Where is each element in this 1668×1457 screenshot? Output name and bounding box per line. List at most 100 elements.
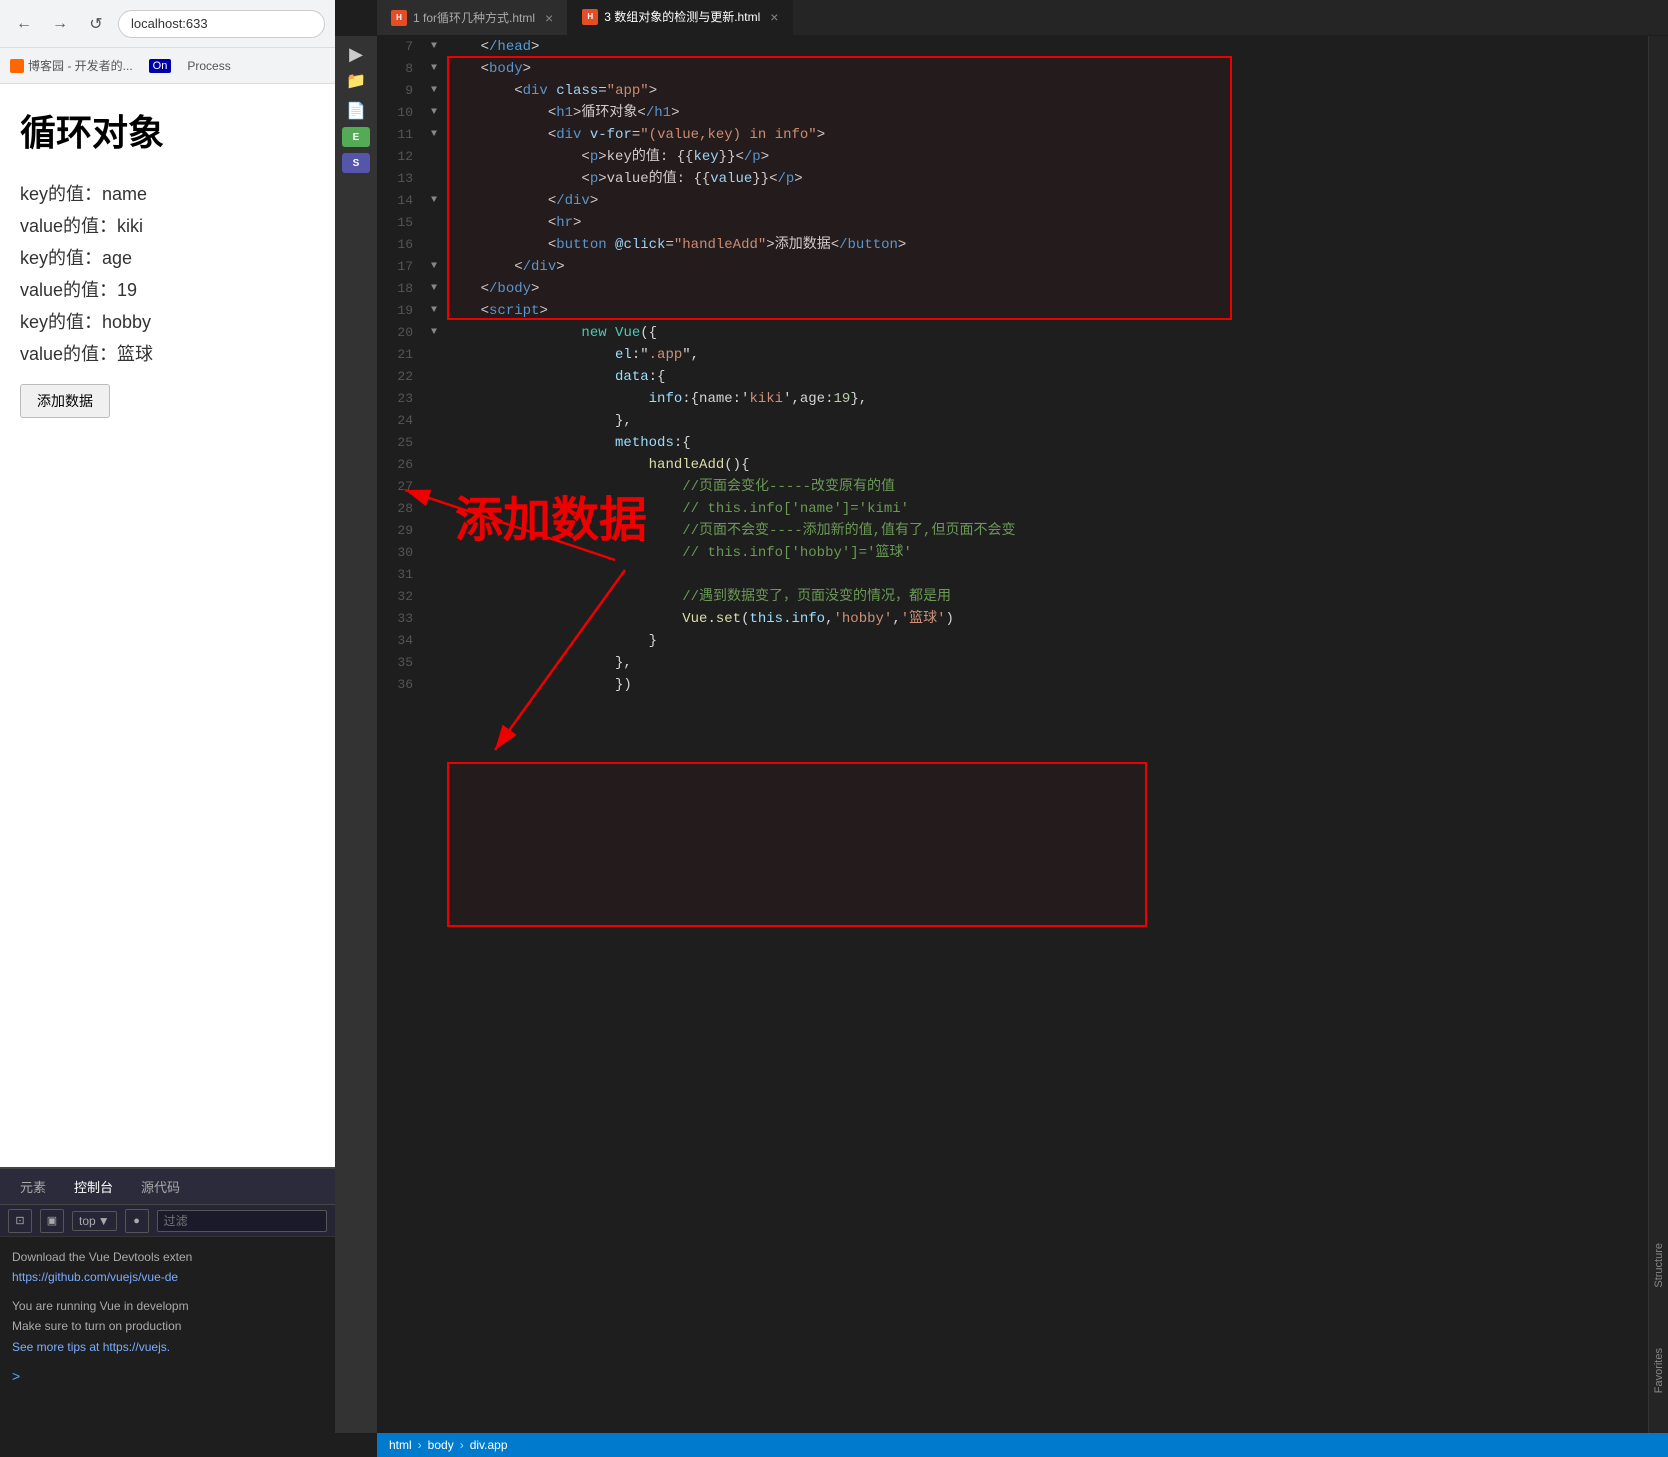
editor-tab-1[interactable]: H 1 for循环几种方式.html ×: [377, 0, 568, 35]
line-content-33: Vue.set(this.info,'hobby','篮球'): [443, 608, 1648, 630]
devtools-mobile-icon[interactable]: ▣: [40, 1209, 64, 1233]
address-bar[interactable]: [118, 10, 325, 38]
code-editor[interactable]: 7▼ </head>8▼ <body>9▼ <div class="app">1…: [377, 36, 1648, 1433]
devtools-msg-1: Download the Vue Devtools exten: [12, 1247, 323, 1267]
code-line-36: 36 }): [377, 674, 1648, 696]
line-number-23: 23: [377, 388, 425, 410]
code-line-29: 29 //页面不会变----添加新的值,值有了,但页面不会变: [377, 520, 1648, 542]
tab-icon-html-2: H: [582, 9, 598, 25]
line-content-21: el:".app",: [443, 344, 1648, 366]
val-basketball: value的值：篮球: [20, 340, 315, 366]
breadcrumb-html: html: [389, 1438, 412, 1452]
forward-button[interactable]: →: [46, 10, 74, 38]
line-arrow-7: ▼: [425, 36, 443, 58]
code-line-35: 35 },: [377, 652, 1648, 674]
tab-close-1[interactable]: ×: [545, 10, 553, 26]
line-content-30: // this.info['hobby']='篮球': [443, 542, 1648, 564]
line-content-29: //页面不会变----添加新的值,值有了,但页面不会变: [443, 520, 1648, 542]
line-content-19: <script>: [443, 300, 1648, 322]
code-line-12: 12 <p>key的值: {{key}}</p>: [377, 146, 1648, 168]
line-number-18: 18: [377, 278, 425, 300]
browser-content-area: 循环对象 key的值：name value的值：kiki key的值：age v…: [0, 84, 335, 1167]
devtools-top-dropdown[interactable]: top ▼: [72, 1211, 117, 1231]
line-number-26: 26: [377, 454, 425, 476]
devtools-tab-console[interactable]: 控制台: [62, 1173, 125, 1200]
breadcrumb-bar: html › body › div.app: [377, 1433, 1668, 1457]
devtools-link-2[interactable]: See more tips at https://vuejs.: [12, 1337, 323, 1357]
code-line-22: 22 data:{: [377, 366, 1648, 388]
devtools-link-1[interactable]: https://github.com/vuejs/vue-de: [12, 1267, 323, 1287]
code-line-18: 18▼ </body>: [377, 278, 1648, 300]
code-line-13: 13 <p>value的值: {{value}}</p>: [377, 168, 1648, 190]
line-number-24: 24: [377, 410, 425, 432]
code-line-15: 15 <hr>: [377, 212, 1648, 234]
editor-tab-2[interactable]: H 3 数组对象的检测与更新.html ×: [568, 0, 793, 35]
line-content-15: <hr>: [443, 212, 1648, 234]
devtools-tab-elements[interactable]: 元素: [8, 1173, 58, 1200]
tab-close-2[interactable]: ×: [770, 9, 778, 25]
line-arrow-10: ▼: [425, 102, 443, 124]
editor-panel: ▶ 📁 📄 E S H 1 for循环几种方式.html × H 3 数组对象的…: [335, 0, 1668, 1457]
line-number-12: 12: [377, 146, 425, 168]
code-line-7: 7▼ </head>: [377, 36, 1648, 58]
tab-icon-html-1: H: [391, 10, 407, 26]
line-number-25: 25: [377, 432, 425, 454]
bookmark-item-process[interactable]: Process: [187, 59, 230, 73]
sidebar-explorer-icon[interactable]: ▶: [349, 44, 363, 65]
devtools-tab-sources[interactable]: 源代码: [129, 1173, 192, 1200]
line-number-34: 34: [377, 630, 425, 652]
sidebar-folder-icon[interactable]: 📁: [346, 71, 366, 91]
bookmark-item-blog[interactable]: 博客园 - 开发者的...: [10, 57, 133, 74]
code-line-34: 34 }: [377, 630, 1648, 652]
val-kiki: value的值：kiki: [20, 212, 315, 238]
code-line-32: 32 //遇到数据变了，页面没变的情况，都是用: [377, 586, 1648, 608]
line-content-25: methods:{: [443, 432, 1648, 454]
code-line-11: 11▼ <div v-for="(value,key) in info">: [377, 124, 1648, 146]
sidebar-file-icon[interactable]: 📄: [346, 101, 366, 121]
back-button[interactable]: ←: [10, 10, 38, 38]
code-line-26: 26 handleAdd(){: [377, 454, 1648, 476]
line-content-32: //遇到数据变了，页面没变的情况，都是用: [443, 586, 1648, 608]
line-content-35: },: [443, 652, 1648, 674]
favorites-label[interactable]: Favorites: [1653, 1348, 1665, 1393]
line-content-17: </div>: [443, 256, 1648, 278]
sidebar-chart-icon[interactable]: E: [342, 127, 370, 147]
reload-button[interactable]: ↺: [82, 10, 110, 38]
right-sidebar: Structure Favorites: [1648, 36, 1668, 1433]
add-data-button[interactable]: 添加数据: [20, 384, 110, 418]
sidebar-strip: ▶ 📁 📄 E S: [335, 36, 377, 1433]
devtools-content: Download the Vue Devtools exten https://…: [0, 1237, 335, 1399]
line-number-31: 31: [377, 564, 425, 586]
code-line-21: 21 el:".app",: [377, 344, 1648, 366]
line-number-21: 21: [377, 344, 425, 366]
code-line-33: 33 Vue.set(this.info,'hobby','篮球'): [377, 608, 1648, 630]
line-content-14: </div>: [443, 190, 1648, 212]
line-content-8: <body>: [443, 58, 1648, 80]
line-content-31: [443, 564, 1648, 586]
devtools-filter-input[interactable]: [157, 1210, 327, 1232]
line-number-33: 33: [377, 608, 425, 630]
line-arrow-9: ▼: [425, 80, 443, 102]
page-content: 循环对象 key的值：name value的值：kiki key的值：age v…: [0, 84, 335, 438]
line-number-28: 28: [377, 498, 425, 520]
devtools-msg-3: You are running Vue in developm: [12, 1296, 323, 1316]
line-content-20: new Vue({: [443, 322, 1648, 344]
sidebar-s-icon[interactable]: S: [342, 153, 370, 173]
devtools-toolbar: ⊡ ▣ top ▼ ●: [0, 1205, 335, 1237]
code-line-31: 31: [377, 564, 1648, 586]
code-line-19: 19▼ <script>: [377, 300, 1648, 322]
line-number-10: 10: [377, 102, 425, 124]
key-age: key的值：age: [20, 244, 315, 270]
devtools-eye-button[interactable]: ●: [125, 1209, 149, 1233]
left-panel: ← → ↺ 博客园 - 开发者的... On Process 循环对象 key的…: [0, 0, 335, 1457]
structure-label[interactable]: Structure: [1653, 1243, 1665, 1288]
devtools-panel: 元素 控制台 源代码 ⊡ ▣ top ▼ ● Download the Vue …: [0, 1167, 335, 1457]
code-line-27: 27 //页面会变化-----改变原有的值: [377, 476, 1648, 498]
line-number-27: 27: [377, 476, 425, 498]
line-content-10: <h1>循环对象</h1>: [443, 102, 1648, 124]
line-number-9: 9: [377, 80, 425, 102]
line-arrow-8: ▼: [425, 58, 443, 80]
bookmark-item-on[interactable]: On: [149, 59, 172, 73]
devtools-cursor-icon[interactable]: ⊡: [8, 1209, 32, 1233]
line-arrow-18: ▼: [425, 278, 443, 300]
